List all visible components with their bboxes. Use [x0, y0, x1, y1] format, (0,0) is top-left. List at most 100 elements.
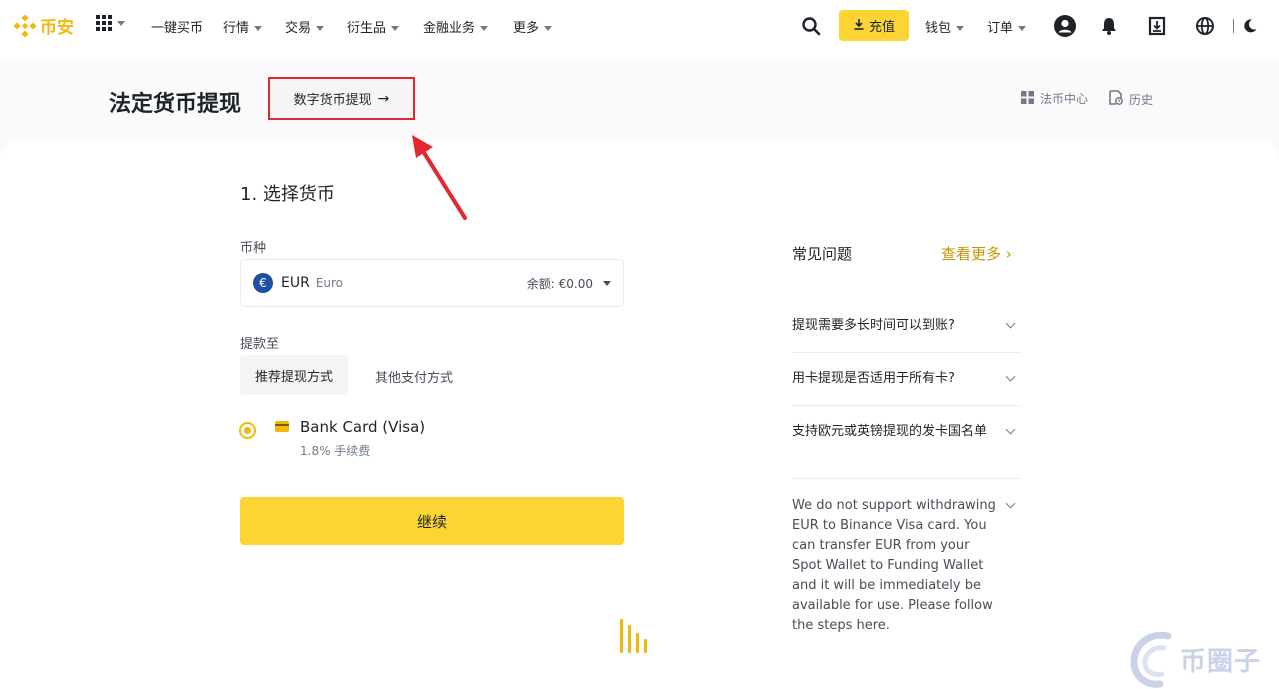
- chevron-down-icon: [603, 280, 611, 286]
- payment-method-fee: 1.8% 手续费: [300, 444, 371, 458]
- nav-item-label: 订单: [987, 21, 1014, 36]
- history-link[interactable]: 历史: [1109, 90, 1153, 108]
- watermark: 币圈子: [1128, 630, 1261, 688]
- faq-item-eur-visa-note[interactable]: We do not support withdrawing EUR to Bin…: [792, 496, 1022, 636]
- faq-divider: [792, 405, 1022, 406]
- nav-item-label: 钱包: [925, 21, 952, 36]
- nav-item-trade[interactable]: 交易: [285, 17, 325, 36]
- moon-icon: [1244, 19, 1257, 33]
- tab-label: 其他支付方式: [375, 371, 454, 386]
- nav-item-more[interactable]: 更多: [513, 17, 553, 36]
- currency-balance: 余额: €0.00: [527, 275, 611, 292]
- notifications-button[interactable]: [1097, 14, 1121, 38]
- payment-method-radio[interactable]: [239, 422, 256, 439]
- crypto-withdraw-label: 数字货币提现: [293, 93, 372, 108]
- deposit-button[interactable]: 充值: [839, 10, 909, 41]
- chevron-down-icon: [391, 26, 400, 31]
- chevron-down-icon: [254, 26, 263, 31]
- history-icon: [1109, 90, 1123, 108]
- page-title: 法定货币提现: [109, 92, 242, 117]
- nav-item-orders[interactable]: 订单: [987, 17, 1027, 36]
- chevron-down-icon: [1018, 26, 1027, 31]
- annotation-arrow-icon: [412, 135, 467, 220]
- faq-divider: [792, 478, 1022, 479]
- currency-label: 币种: [240, 241, 267, 256]
- watermark-logo-icon: [1130, 631, 1172, 688]
- theme-toggle-button[interactable]: [1238, 14, 1262, 38]
- continue-label: 继续: [416, 512, 447, 531]
- step-title: 1. 选择货币: [240, 184, 335, 205]
- balance-value: 余额: €0.00: [526, 276, 593, 291]
- currency-code: EUR: [281, 275, 310, 291]
- nav-item-label: 金融业务: [423, 21, 476, 36]
- user-icon: [1054, 15, 1076, 37]
- nav-item-label: 行情: [223, 21, 250, 36]
- globe-icon: [1196, 17, 1214, 35]
- download-app-icon: [1148, 16, 1166, 36]
- search-button[interactable]: [799, 14, 823, 38]
- chevron-down-icon: [1005, 371, 1016, 382]
- faq-note-text: We do not support withdrawing EUR to Bin…: [792, 498, 996, 633]
- euro-icon: €: [253, 273, 273, 293]
- chevron-down-icon: [956, 26, 965, 31]
- chevron-down-icon: [1005, 424, 1016, 435]
- currency-select[interactable]: € EUR Euro 余额: €0.00: [240, 259, 624, 307]
- nav-item-finance[interactable]: 金融业务: [423, 17, 489, 36]
- binance-logo-icon: [13, 13, 37, 38]
- history-label: 历史: [1129, 92, 1154, 107]
- faq-view-more-link[interactable]: 查看更多 ›: [941, 243, 1012, 264]
- crypto-withdraw-button[interactable]: 数字货币提现 →: [268, 77, 415, 120]
- tab-recommended-methods[interactable]: 推荐提现方式: [240, 355, 348, 395]
- payment-method-name: Bank Card (Visa): [300, 418, 426, 436]
- nav-item-label: 更多: [513, 21, 540, 36]
- faq-divider: [792, 352, 1022, 353]
- faq-question: 提现需要多长时间可以到账?: [792, 318, 955, 333]
- binance-logo[interactable]: 币安: [13, 13, 74, 38]
- chevron-down-icon: [117, 20, 125, 26]
- chevron-down-icon: [544, 26, 553, 31]
- fiat-center-label: 法币中心: [1040, 92, 1089, 106]
- continue-button[interactable]: 继续: [240, 497, 624, 545]
- nav-item-label: 一键买币: [151, 21, 204, 36]
- logo-text: 币安: [40, 18, 74, 38]
- faq-title: 常见问题: [792, 245, 853, 263]
- nav-item-markets[interactable]: 行情: [223, 17, 263, 36]
- grid-icon: [1021, 90, 1034, 107]
- download-icon: [853, 18, 865, 33]
- apps-menu[interactable]: [96, 15, 125, 31]
- top-navbar: 币安 一键买币 行情 交易 衍生品 金融业务 更多 充值 钱包 订单: [0, 0, 1279, 52]
- search-icon: [802, 17, 821, 36]
- tab-label: 推荐提现方式: [254, 369, 333, 385]
- language-button[interactable]: [1193, 14, 1217, 38]
- nav-item-derivatives[interactable]: 衍生品: [347, 17, 400, 36]
- faq-item[interactable]: 支持欧元或英镑提现的发卡国名单: [792, 422, 1022, 442]
- user-button[interactable]: [1053, 14, 1077, 38]
- nav-item-label: 衍生品: [347, 21, 387, 36]
- chevron-down-icon: [316, 26, 325, 31]
- withdraw-to-label: 提款至: [240, 337, 280, 352]
- deposit-label: 充值: [868, 20, 895, 35]
- chevron-down-icon: [1005, 318, 1016, 329]
- arrow-right-icon: →: [377, 90, 390, 107]
- chevron-down-icon: [1005, 498, 1016, 509]
- nav-item-quick-buy[interactable]: 一键买币: [151, 17, 203, 36]
- faq-item[interactable]: 用卡提现是否适用于所有卡?: [792, 369, 1022, 389]
- main-content: [0, 140, 1279, 689]
- nav-item-label: 交易: [285, 21, 312, 36]
- bank-card-icon: [275, 421, 289, 432]
- fiat-center-link[interactable]: 法币中心: [1021, 90, 1088, 107]
- apps-grid-icon: [96, 15, 112, 31]
- watermark-text: 币圈子: [1180, 646, 1262, 677]
- bell-icon: [1102, 18, 1116, 35]
- currency-name: Euro: [315, 276, 344, 290]
- loading-indicator: [620, 619, 652, 653]
- chevron-down-icon: [480, 26, 489, 31]
- faq-item[interactable]: 提现需要多长时间可以到账?: [792, 316, 1022, 336]
- download-app-button[interactable]: [1145, 14, 1169, 38]
- radio-dot: [244, 427, 251, 434]
- nav-divider: [1233, 19, 1234, 33]
- faq-question: 用卡提现是否适用于所有卡?: [792, 371, 955, 386]
- tab-other-payment-methods[interactable]: 其他支付方式: [375, 367, 453, 386]
- nav-item-wallet[interactable]: 钱包: [925, 17, 965, 36]
- faq-question: 支持欧元或英镑提现的发卡国名单: [792, 424, 988, 439]
